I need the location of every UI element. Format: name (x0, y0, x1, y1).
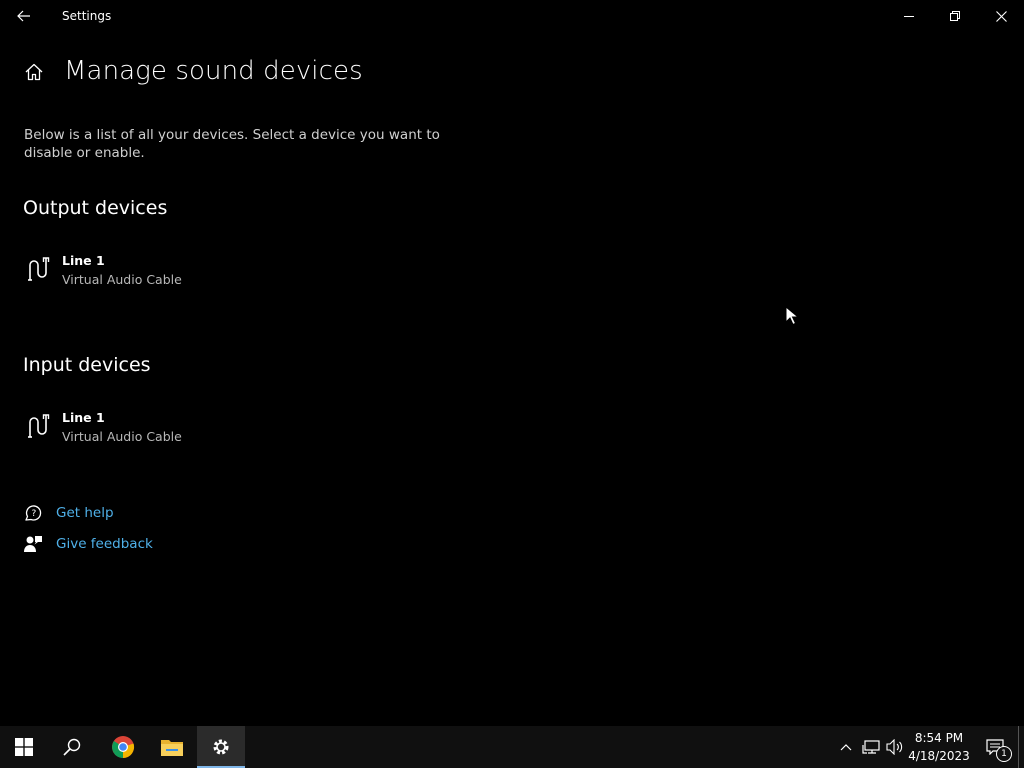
clock-date: 4/18/2023 (908, 749, 970, 763)
restore-button[interactable] (932, 0, 978, 32)
mouse-pointer-icon (785, 306, 799, 326)
file-explorer-taskbar-button[interactable] (148, 726, 196, 768)
close-button[interactable] (978, 0, 1024, 32)
volume-button[interactable] (884, 726, 906, 768)
volume-icon (886, 739, 903, 755)
search-icon (63, 738, 81, 756)
page-description: Below is a list of all your devices. Sel… (24, 127, 440, 161)
page-title: Manage sound devices (64, 56, 363, 86)
get-help-link[interactable]: Get help (56, 505, 114, 521)
file-explorer-icon (161, 740, 183, 756)
settings-taskbar-button[interactable] (197, 726, 245, 768)
output-device-line-1[interactable]: Line 1 Virtual Audio Cable (22, 252, 322, 296)
minimize-icon (904, 16, 914, 17)
notification-count-badge: 1 (996, 746, 1012, 762)
taskbar: 8:54 PM 4/18/2023 1 (0, 726, 1024, 768)
network-icon (862, 740, 880, 754)
start-button[interactable] (0, 726, 48, 768)
audio-jack-icon (28, 257, 50, 281)
network-button[interactable] (860, 726, 882, 768)
search-button[interactable] (48, 726, 96, 768)
title-bar: Settings (0, 0, 1024, 32)
get-help-row: ? Get help (22, 501, 114, 525)
audio-jack-icon (28, 414, 50, 438)
output-devices-heading: Output devices (23, 197, 168, 219)
chrome-icon (112, 736, 135, 759)
give-feedback-icon (22, 533, 44, 555)
get-help-icon: ? (22, 502, 44, 524)
show-desktop-button[interactable] (1018, 726, 1024, 768)
show-hidden-icons-button[interactable] (836, 726, 856, 768)
device-name: Line 1 (62, 410, 105, 425)
close-icon (995, 10, 1007, 22)
device-subtitle: Virtual Audio Cable (62, 272, 182, 287)
restore-icon (950, 11, 960, 21)
input-devices-heading: Input devices (23, 354, 151, 376)
chevron-up-icon (840, 744, 852, 751)
action-center-button[interactable]: 1 (978, 726, 1012, 768)
back-button[interactable] (10, 4, 38, 28)
window-title: Settings (62, 9, 112, 23)
back-arrow-icon (17, 10, 30, 22)
chrome-taskbar-button[interactable] (99, 726, 147, 768)
device-name: Line 1 (62, 253, 105, 268)
windows-start-icon (15, 738, 33, 756)
home-button[interactable] (22, 60, 46, 84)
clock[interactable]: 8:54 PM 4/18/2023 (906, 729, 972, 767)
svg-text:?: ? (32, 509, 37, 519)
settings-gear-icon (213, 739, 229, 755)
minimize-button[interactable] (886, 0, 932, 32)
home-icon (25, 63, 43, 81)
clock-time: 8:54 PM (914, 731, 964, 745)
input-device-line-1[interactable]: Line 1 Virtual Audio Cable (22, 409, 322, 453)
give-feedback-link[interactable]: Give feedback (56, 536, 153, 552)
give-feedback-row: Give feedback (22, 532, 153, 556)
device-subtitle: Virtual Audio Cable (62, 429, 182, 444)
